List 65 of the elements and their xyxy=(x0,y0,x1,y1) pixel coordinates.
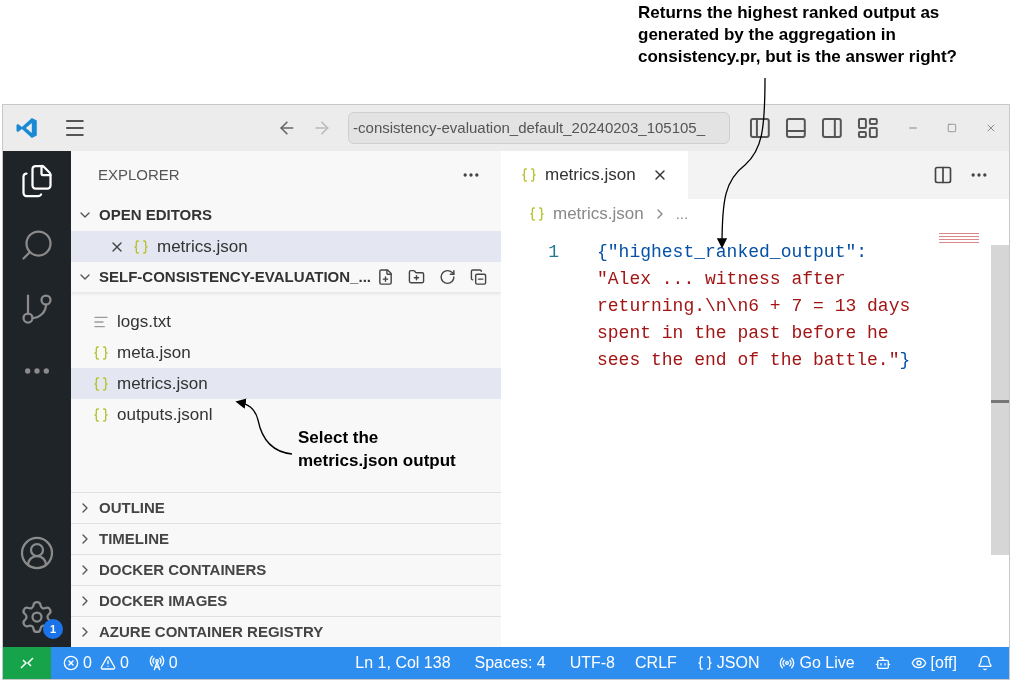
section-header[interactable]: DOCKER CONTAINERS xyxy=(71,554,501,585)
source-control-icon[interactable] xyxy=(19,291,55,327)
port-count: 0 xyxy=(168,653,178,673)
eye-icon xyxy=(910,655,927,671)
file-item[interactable]: meta.json xyxy=(71,337,501,368)
callout-text: Returns the highest ranked output as generated by the aggregation in consistency.pr, but is the answer right? xyxy=(638,2,958,68)
section-header[interactable]: TIMELINE xyxy=(71,523,501,554)
split-editor-icon[interactable] xyxy=(933,165,953,185)
section-header[interactable]: OUTLINE xyxy=(71,492,501,523)
open-editor-item[interactable]: metrics.json xyxy=(71,231,501,262)
error-count: 0 xyxy=(83,653,92,673)
layout-icon[interactable] xyxy=(855,116,880,140)
remote-icon xyxy=(19,655,35,671)
braces-icon xyxy=(93,375,109,392)
warning-icon xyxy=(99,655,116,671)
breadcrumb-item[interactable]: ... xyxy=(675,202,689,226)
section-title: DOCKER CONTAINERS xyxy=(99,559,267,580)
line-number: 1 xyxy=(547,241,560,264)
file-name: logs.txt xyxy=(117,310,171,333)
braces-icon xyxy=(133,238,149,255)
search-icon[interactable] xyxy=(19,227,55,263)
file-item[interactable]: logs.txt xyxy=(71,306,501,337)
toggle-sidebar-icon[interactable] xyxy=(748,116,773,140)
warning-count: 0 xyxy=(119,653,129,673)
section-title: TIMELINE xyxy=(99,528,169,549)
breadcrumb-item[interactable]: metrics.json xyxy=(553,201,644,227)
folder-header[interactable]: SELF-CONSISTENCY-EVALUATION_... xyxy=(71,262,501,292)
file-item[interactable]: metrics.json xyxy=(71,368,501,399)
files-icon[interactable] xyxy=(19,163,55,199)
braces-icon xyxy=(696,655,713,671)
settings-icon[interactable] xyxy=(19,599,55,635)
new-file-icon[interactable] xyxy=(377,267,394,287)
section-header[interactable]: OPEN EDITORS xyxy=(71,199,501,231)
braces-icon xyxy=(521,167,537,183)
notification-badge: 1 xyxy=(43,619,63,639)
account-icon[interactable] xyxy=(19,535,55,571)
file-name: metrics.json xyxy=(157,235,248,258)
robot-icon[interactable] xyxy=(874,655,891,671)
file-name: meta.json xyxy=(117,341,191,364)
bell-icon[interactable] xyxy=(977,655,993,671)
section-title: OUTLINE xyxy=(99,497,165,518)
toggle-secondary-sidebar-icon[interactable] xyxy=(819,116,844,140)
braces-icon xyxy=(93,344,109,361)
refresh-icon[interactable] xyxy=(439,267,456,287)
section-header[interactable]: DOCKER IMAGES xyxy=(71,585,501,616)
section-title: AZURE CONTAINER REGISTRY xyxy=(99,621,324,642)
folder-title: SELF-CONSISTENCY-EVALUATION_... xyxy=(99,266,371,287)
file-name: outputs.jsonl xyxy=(117,403,213,426)
broadcast-icon xyxy=(779,655,796,671)
scrollbar[interactable] xyxy=(991,245,1009,555)
code-line: {"highest_ranked_output": "Alex ... witness after returning.\n\n6 + 7 = 13 days spent in the past before he sees the end of the battle."} xyxy=(597,241,912,372)
error-icon xyxy=(63,655,79,671)
section-title: OPEN EDITORS xyxy=(99,204,213,225)
editor-logo-icon xyxy=(15,116,39,140)
braces-icon xyxy=(93,406,109,423)
collapse-all-icon[interactable] xyxy=(470,267,487,287)
antenna-icon xyxy=(148,655,165,671)
command-center[interactable]: -consistency-evaluation_default_20240203_105105_ xyxy=(348,112,731,144)
section-title: DOCKER IMAGES xyxy=(99,590,228,611)
file-name: metrics.json xyxy=(117,372,208,395)
editor-tab[interactable]: metrics.json xyxy=(501,151,688,199)
callout-arrow xyxy=(235,398,293,455)
braces-icon xyxy=(529,206,545,222)
toggle-panel-icon[interactable] xyxy=(784,116,808,140)
sidebar-title: EXPLORER xyxy=(98,164,180,185)
